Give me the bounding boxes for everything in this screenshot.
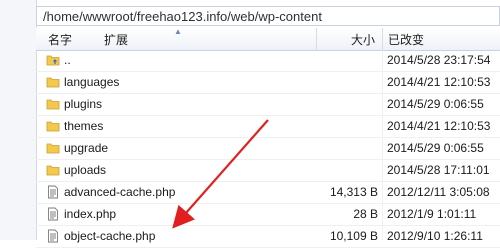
table-row[interactable]: advanced-cache.php 14,313 B 2012/12/11 3:0…	[36, 182, 500, 204]
folder-up-icon	[46, 53, 60, 67]
file-name: plugins	[64, 97, 103, 111]
file-name: languages	[64, 75, 120, 89]
file-size: 28 B	[353, 207, 378, 221]
table-row[interactable]: uploads 2014/5/28 17:11:01	[36, 160, 500, 182]
folder-icon	[46, 97, 60, 111]
table-row[interactable]: languages 2014/4/21 12:10:53	[36, 72, 500, 94]
file-modified: 2012/1/9 1:01:11	[387, 207, 477, 221]
php-file-icon	[46, 207, 60, 221]
table-row[interactable]: .. 2014/5/28 23:17:54	[36, 50, 500, 72]
column-divider[interactable]	[316, 28, 317, 50]
file-name: advanced-cache.php	[64, 185, 176, 199]
file-name: upgrade	[64, 141, 109, 155]
file-size: 14,313 B	[329, 185, 378, 199]
table-row[interactable]: object-cache.php 10,109 B 2012/9/10 1:26:1…	[36, 226, 500, 248]
folder-icon	[46, 119, 60, 133]
file-size: 10,109 B	[329, 229, 378, 243]
folder-icon	[46, 163, 60, 177]
file-modified: 2012/12/11 3:05:08	[387, 185, 490, 199]
table-row[interactable]: themes 2014/4/21 12:10:53	[36, 116, 500, 138]
file-modified: 2014/5/28 17:11:01	[387, 163, 490, 177]
file-list: .. 2014/5/28 23:17:54 languages 2014/4/21 1…	[36, 50, 500, 248]
column-header: 名字 扩展 ▲ 大小 已改变	[36, 27, 500, 51]
tree-pane	[0, 0, 37, 240]
file-name: themes	[64, 119, 104, 133]
column-modified-header[interactable]: 已改变	[388, 31, 424, 48]
folder-icon	[46, 141, 60, 155]
folder-icon	[46, 75, 60, 89]
file-name: uploads	[64, 163, 107, 177]
column-divider[interactable]	[382, 28, 383, 50]
path-bar[interactable]: /home/wwwroot/freehao123.info/web/wp-con…	[36, 6, 500, 26]
file-name: ..	[64, 53, 71, 67]
file-modified: 2014/4/21 12:10:53	[387, 75, 491, 89]
file-name: object-cache.php	[64, 229, 156, 243]
php-file-icon	[46, 229, 60, 243]
column-size-header[interactable]: 大小	[351, 31, 375, 48]
file-modified: 2014/4/21 12:10:53	[387, 119, 491, 133]
file-modified: 2014/5/29 0:06:55	[387, 141, 484, 155]
php-file-icon	[46, 185, 60, 199]
file-name: index.php	[64, 207, 117, 221]
file-modified: 2012/9/10 1:26:11	[387, 229, 483, 243]
table-row[interactable]: index.php 28 B 2012/1/9 1:01:11	[36, 204, 500, 226]
table-row[interactable]: upgrade 2014/5/29 0:06:55	[36, 138, 500, 160]
column-name-header[interactable]: 名字	[48, 31, 72, 48]
table-row[interactable]: plugins 2014/5/29 0:06:55	[36, 94, 500, 116]
file-modified: 2014/5/28 23:17:54	[387, 53, 491, 67]
path-text: /home/wwwroot/freehao123.info/web/wp-con…	[43, 9, 322, 24]
column-ext-header[interactable]: 扩展	[104, 31, 128, 48]
sort-ascending-icon: ▲	[174, 27, 182, 36]
file-modified: 2014/5/29 0:06:55	[387, 97, 484, 111]
file-browser: /home/wwwroot/freehao123.info/web/wp-con…	[0, 0, 500, 248]
